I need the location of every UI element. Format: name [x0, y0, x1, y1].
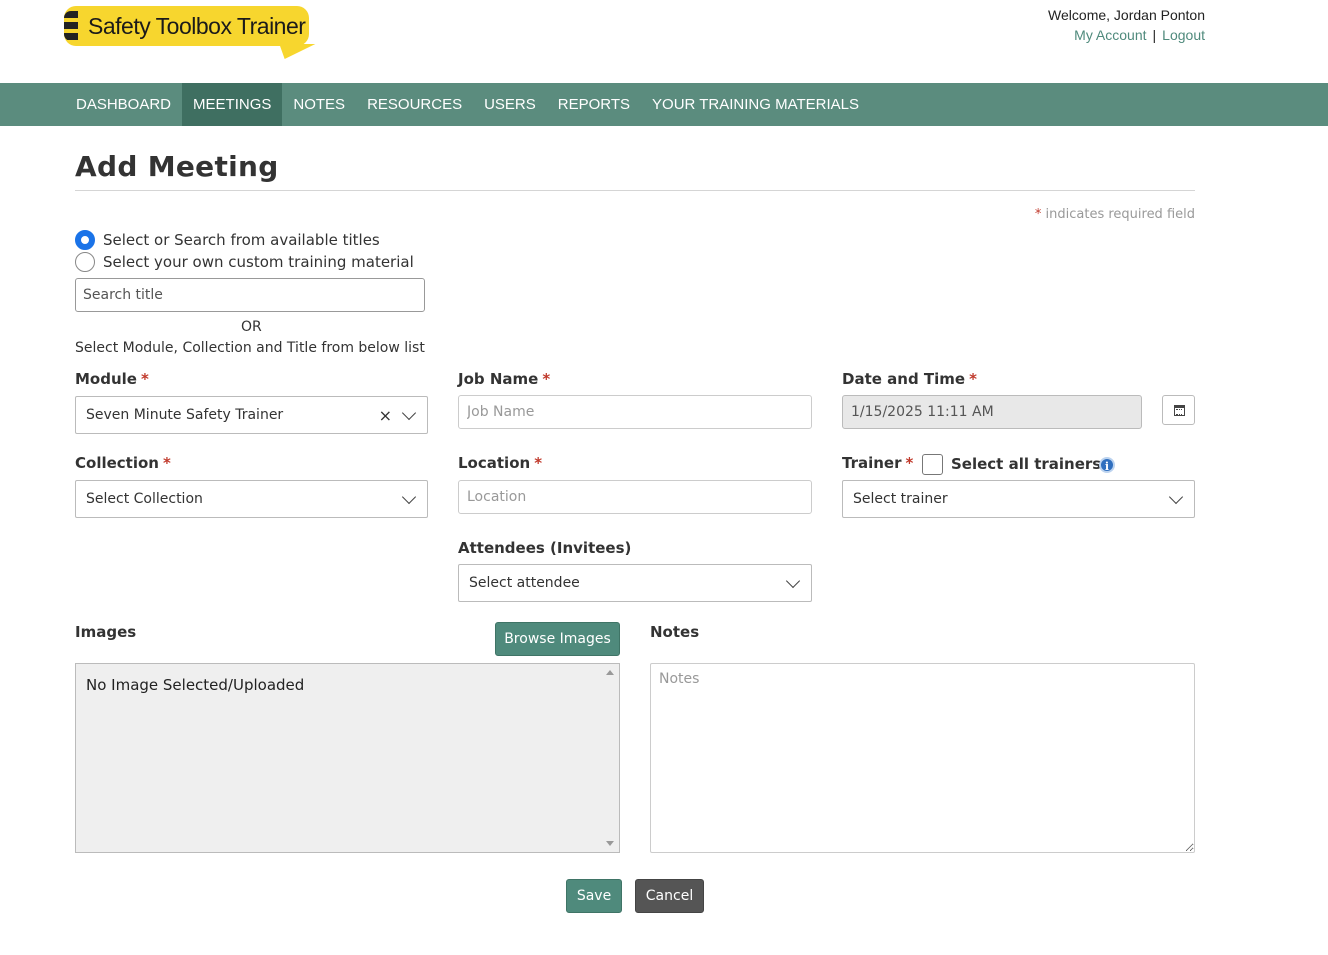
collection-select[interactable]: Select Collection — [75, 480, 428, 518]
radio-custom-material-circle[interactable] — [75, 252, 95, 272]
job-name-input[interactable] — [458, 395, 812, 429]
calendar-button[interactable] — [1162, 395, 1195, 425]
module-label: Module * — [75, 370, 149, 388]
save-button[interactable]: Save — [566, 879, 622, 913]
logo[interactable]: Safety Toolbox Trainer — [64, 6, 316, 60]
date-time-input[interactable] — [842, 395, 1142, 429]
trainer-select-value: Select trainer — [853, 491, 948, 507]
radio-search-titles[interactable]: Select or Search from available titles — [75, 230, 380, 250]
calendar-icon — [1174, 405, 1185, 416]
nav-item-users[interactable]: USERS — [473, 83, 547, 126]
scroll-up-icon[interactable] — [606, 670, 614, 675]
search-title-input[interactable] — [75, 278, 425, 312]
images-label: Images — [75, 623, 137, 641]
my-account-link[interactable]: My Account — [1074, 27, 1146, 43]
collection-select-value: Select Collection — [86, 491, 203, 507]
cancel-button[interactable]: Cancel — [635, 879, 704, 913]
link-separator: | — [1152, 27, 1157, 43]
radio-custom-material[interactable]: Select your own custom training material — [75, 252, 414, 272]
nav-item-resources[interactable]: RESOURCES — [356, 83, 473, 126]
chevron-down-icon — [401, 489, 417, 504]
trainer-label: Trainer * — [842, 454, 914, 472]
attendees-select-value: Select attendee — [469, 575, 580, 591]
radio-search-titles-circle[interactable] — [75, 230, 95, 250]
attendees-select[interactable]: Select attendee — [458, 564, 812, 602]
chevron-down-icon — [785, 573, 801, 588]
required-star: * — [1034, 207, 1042, 222]
images-list[interactable]: No Image Selected/Uploaded — [75, 663, 620, 853]
nav-item-reports[interactable]: REPORTS — [547, 83, 641, 126]
required-note-text: indicates required field — [1045, 207, 1195, 222]
radio-custom-material-label: Select your own custom training material — [103, 253, 414, 271]
required-field-note: * indicates required field — [1035, 207, 1195, 222]
select-all-trainers-checkbox[interactable] — [922, 454, 943, 475]
welcome-text: Welcome, Jordan Ponton — [1048, 7, 1205, 23]
browse-images-button[interactable]: Browse Images — [495, 622, 620, 656]
logo-text: Safety Toolbox Trainer — [88, 13, 306, 39]
location-input[interactable] — [458, 480, 812, 514]
title-divider — [75, 190, 1195, 191]
date-time-label: Date and Time * — [842, 370, 977, 388]
trainer-select[interactable]: Select trainer — [842, 480, 1195, 518]
attendees-label: Attendees (Invitees) — [458, 539, 632, 557]
nav-item-notes[interactable]: NOTES — [282, 83, 356, 126]
nav-item-meetings[interactable]: MEETINGS — [182, 83, 283, 126]
scroll-down-icon[interactable] — [606, 841, 614, 846]
page-title: Add Meeting — [75, 150, 279, 183]
select-all-trainers-label[interactable]: Select all trainers — [951, 455, 1101, 473]
module-select[interactable]: Seven Minute Safety Trainer × — [75, 396, 428, 434]
select-hint: Select Module, Collection and Title from… — [75, 340, 425, 356]
module-select-value: Seven Minute Safety Trainer — [86, 407, 284, 423]
chevron-down-icon — [1168, 489, 1184, 504]
notes-label: Notes — [650, 623, 700, 641]
info-icon[interactable]: i — [1099, 457, 1115, 473]
radio-search-titles-label: Select or Search from available titles — [103, 231, 380, 249]
logo-stripes-icon — [64, 11, 78, 41]
or-text: OR — [241, 319, 262, 335]
location-label: Location * — [458, 454, 543, 472]
logo-tail — [270, 44, 316, 59]
nav-item-dashboard[interactable]: DASHBOARD — [65, 83, 182, 126]
nav-item-training-materials[interactable]: YOUR TRAINING MATERIALS — [641, 83, 870, 126]
collection-label: Collection * — [75, 454, 171, 472]
images-empty-text: No Image Selected/Uploaded — [86, 676, 305, 694]
logout-link[interactable]: Logout — [1162, 27, 1205, 43]
clear-icon[interactable]: × — [379, 406, 392, 425]
account-links: My Account | Logout — [1074, 27, 1205, 43]
notes-textarea[interactable] — [650, 663, 1195, 853]
main-nav: DASHBOARD MEETINGS NOTES RESOURCES USERS… — [0, 83, 1328, 126]
job-name-label: Job Name * — [458, 370, 551, 388]
chevron-down-icon — [401, 405, 417, 420]
